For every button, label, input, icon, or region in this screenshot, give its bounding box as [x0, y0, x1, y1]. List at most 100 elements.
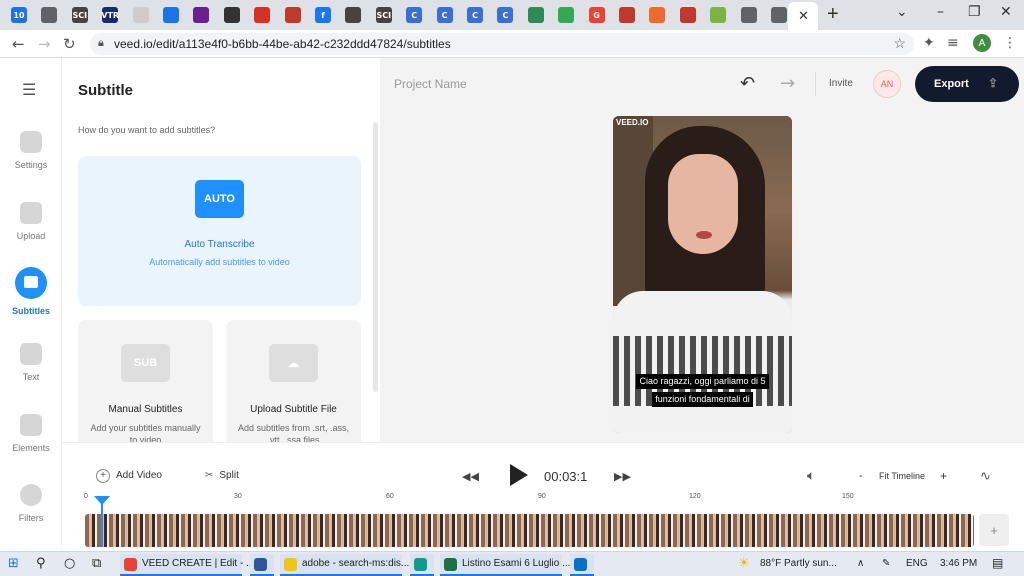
taskbar-outlook[interactable] [570, 554, 594, 576]
browser-tab[interactable] [190, 4, 212, 26]
tab-search-icon[interactable]: ⌄ [896, 4, 908, 20]
search-icon[interactable]: ⚲ [36, 556, 46, 571]
browser-tab[interactable]: 10 [8, 4, 30, 26]
cortana-icon[interactable]: ○ [64, 556, 75, 571]
nav-subtitles[interactable]: Subtitles [0, 267, 62, 337]
rewind-icon[interactable]: ◀◀ [462, 470, 479, 483]
taskbar-excel[interactable]: Listino Esami 6 Luglio ... [440, 554, 570, 576]
forward-icon[interactable]: → [38, 35, 51, 53]
browser-tab[interactable] [221, 4, 243, 26]
profile-avatar[interactable]: A [973, 34, 991, 52]
badge-icon [679, 7, 696, 23]
user-avatar[interactable]: AN [873, 70, 901, 98]
clock[interactable]: 3:46 PM [940, 558, 977, 569]
browser-tab[interactable] [555, 4, 577, 26]
panel-scrollbar[interactable] [373, 122, 378, 392]
zoom-out-button[interactable]: - [859, 470, 863, 482]
weather-text[interactable]: 88°F Partly sun... [760, 558, 837, 569]
back-icon[interactable]: ← [12, 35, 25, 53]
pen-icon[interactable]: ✎ [882, 558, 890, 569]
browser-tab[interactable]: SCI [69, 4, 91, 26]
language-indicator[interactable]: ENG [906, 558, 928, 569]
playhead-handle[interactable] [94, 496, 110, 505]
browser-tab[interactable] [160, 4, 182, 26]
browser-tab[interactable]: SCI [373, 4, 395, 26]
browser-tab[interactable]: G [586, 4, 608, 26]
undo-icon[interactable]: ↶ [740, 73, 755, 94]
nav-upload[interactable]: Upload [0, 202, 62, 272]
zoom-in-button[interactable]: + [940, 469, 947, 483]
restore-icon[interactable]: ❐ [968, 4, 981, 20]
browser-tab[interactable] [768, 4, 790, 26]
video-preview[interactable]: VEED.IO Ciao ragazzi, oggi parliamo di 5… [613, 116, 792, 433]
browser-tab[interactable] [738, 4, 760, 26]
active-browser-tab[interactable]: ✕ [788, 2, 818, 30]
taskbar-word[interactable] [250, 554, 274, 576]
excel-icon [444, 558, 457, 571]
browser-tab[interactable] [677, 4, 699, 26]
browser-tab[interactable] [616, 4, 638, 26]
close-window-icon[interactable]: ✕ [1000, 4, 1012, 20]
add-track-button[interactable]: + [979, 514, 1009, 546]
nav-elements[interactable]: Elements [0, 414, 62, 484]
play-button[interactable] [510, 464, 528, 486]
bookmark-star-icon[interactable]: ☆ [893, 35, 906, 52]
reload-icon[interactable]: ↻ [63, 35, 76, 53]
taskbar-edge[interactable] [410, 554, 434, 576]
browser-tab[interactable] [342, 4, 364, 26]
browser-tab[interactable] [707, 4, 729, 26]
browser-tab[interactable] [38, 4, 60, 26]
close-tab-icon[interactable]: ✕ [798, 8, 809, 24]
subtitle-caption[interactable]: Ciao ragazzi, oggi parliamo di 5 funzion… [623, 371, 782, 407]
browser-menu-icon[interactable]: ⋮ [1003, 35, 1017, 51]
windows-start-icon[interactable]: ⊞ [8, 556, 19, 571]
split-button[interactable]: ✂ Split [205, 470, 239, 481]
waveform-icon[interactable]: ∿ [980, 469, 991, 484]
taskbar-chrome[interactable]: VEED CREATE | Edit - ... [120, 554, 254, 576]
browser-tab[interactable]: C [434, 4, 456, 26]
plus-icon: + [96, 469, 110, 483]
browser-tab[interactable]: C [403, 4, 425, 26]
bookmark-icon [163, 7, 179, 23]
nav-settings[interactable]: Settings [0, 131, 62, 201]
upload-subtitle-card[interactable]: ☁ Upload Subtitle File Add subtitles fro… [226, 320, 361, 442]
minimize-icon[interactable]: – [937, 4, 944, 20]
playhead-line[interactable] [101, 503, 103, 547]
video-track[interactable] [85, 514, 974, 547]
task-view-icon[interactable]: ⧉ [92, 556, 101, 571]
invite-button[interactable]: Invite [829, 78, 853, 89]
volume-icon[interactable]: 🔈︎ [807, 468, 815, 484]
media-control-icon[interactable]: ≡ [947, 35, 959, 51]
browser-tab[interactable] [130, 4, 152, 26]
fast-forward-icon[interactable]: ▶▶ [614, 470, 631, 483]
browser-tab[interactable] [646, 4, 668, 26]
fit-timeline-button[interactable]: Fit Timeline [879, 471, 925, 481]
extensions-icon[interactable]: ✦ [923, 35, 935, 51]
browser-tab[interactable]: VTR [99, 4, 121, 26]
video-mouth [696, 231, 712, 239]
browser-tab[interactable]: C [464, 4, 486, 26]
manual-subtitles-card[interactable]: SUB Manual Subtitles Add your subtitles … [78, 320, 213, 442]
new-tab-icon[interactable]: + [827, 3, 839, 26]
auto-transcribe-card[interactable]: AUTO Auto Transcribe Automatically add s… [78, 156, 361, 306]
add-video-button[interactable]: + Add Video [96, 469, 162, 483]
nav-subtitles-label: Subtitles [11, 306, 50, 316]
browser-tab[interactable]: C [494, 4, 516, 26]
browser-tab[interactable] [525, 4, 547, 26]
project-name[interactable]: Project Name [394, 77, 467, 91]
browser-tab[interactable] [251, 4, 273, 26]
nav-filters[interactable]: Filters [0, 484, 62, 554]
browser-tab[interactable]: f [312, 4, 334, 26]
nav-text[interactable]: Text [0, 343, 62, 413]
taskbar-explorer[interactable]: adobe - search-ms:dis... [280, 554, 409, 576]
browser-tab[interactable] [282, 4, 304, 26]
url-input[interactable]: 🔒︎ veed.io/edit/a113e4f0-b6bb-44be-ab42-… [90, 33, 914, 55]
redo-icon[interactable]: → [780, 73, 795, 94]
hamburger-menu-icon[interactable]: ☰ [22, 80, 36, 100]
export-button[interactable]: Export ⇪ [915, 66, 1019, 102]
notification-icon[interactable]: ▤ [992, 556, 1003, 570]
taskbar-chrome-label: VEED CREATE | Edit - ... [142, 558, 255, 569]
tray-chevron-icon[interactable]: ∧ [857, 558, 864, 569]
nav-text-label: Text [22, 372, 40, 382]
video-face [668, 154, 738, 254]
